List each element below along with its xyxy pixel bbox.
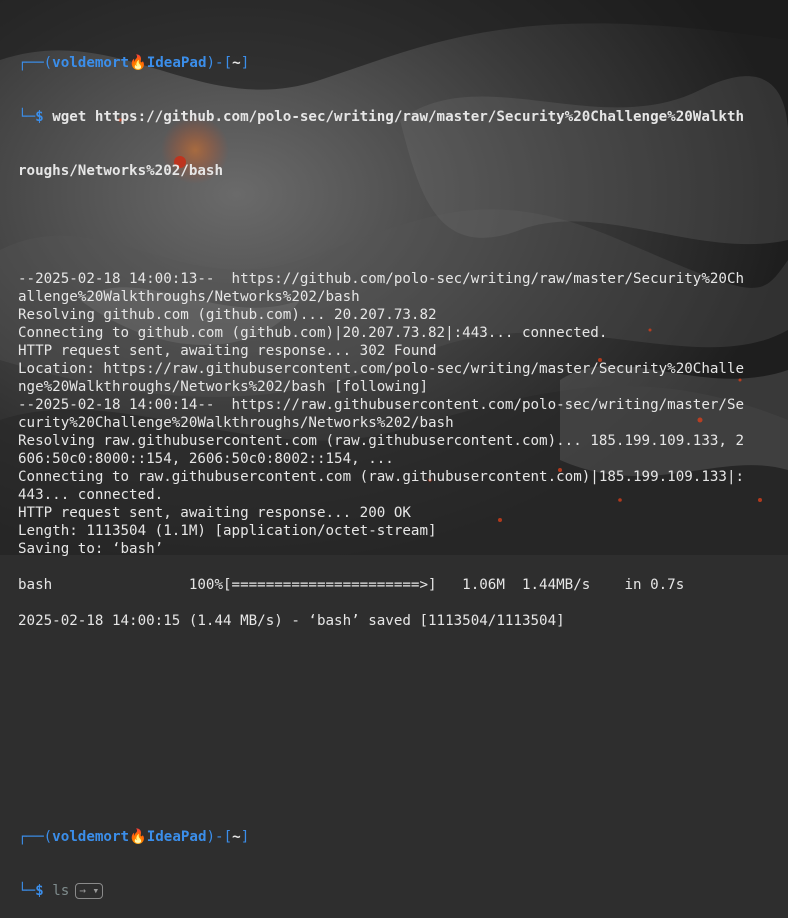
terminal-output[interactable]: ┌──(voldemort🔥IdeaPad)-[~] └─$ wget http… <box>18 18 788 918</box>
command-text: roughs/Networks%202/bash <box>18 163 223 179</box>
output-line: Length: 1113504 (1.1M) [application/octe… <box>18 523 437 539</box>
prompt-frame: ┌──( <box>18 55 53 71</box>
output-line: nge%20Walkthroughs/Networks%202/bash [fo… <box>18 379 428 395</box>
prompt-frame: ┌──( <box>18 829 53 845</box>
output-line: Resolving raw.githubusercontent.com (raw… <box>18 433 745 449</box>
prompt-frame: └─ <box>18 883 36 899</box>
prompt-frame: )-[ <box>206 55 233 71</box>
command-line-1-wrap: roughs/Networks%202/bash <box>18 162 788 180</box>
output-line: Connecting to github.com (github.com)|20… <box>18 325 608 341</box>
output-line: curity%20Challenge%20Walkthroughs/Networ… <box>18 415 454 431</box>
output-line: Saving to: ‘bash’ <box>18 541 164 557</box>
prompt-host: IdeaPad <box>146 829 207 845</box>
output-line: allenge%20Walkthroughs/Networks%202/bash <box>18 289 360 305</box>
fire-icon: 🔥 <box>129 829 147 845</box>
prompt-user: voldemort <box>52 829 130 845</box>
prompt-header-1: ┌──(voldemort🔥IdeaPad)-[~] <box>18 54 788 72</box>
output-line: --2025-02-18 14:00:13-- https://github.c… <box>18 271 745 287</box>
prompt-symbol: $ <box>35 109 44 125</box>
output-line: --2025-02-18 14:00:14-- https://raw.gith… <box>18 397 745 413</box>
prompt-host: IdeaPad <box>146 55 207 71</box>
command-text: wget https://github.com/polo-sec/writing… <box>52 109 745 125</box>
prompt-user: voldemort <box>52 55 130 71</box>
output-line: 443... connected. <box>18 487 164 503</box>
output-line: Location: https://raw.githubusercontent.… <box>18 361 745 377</box>
output-line: HTTP request sent, awaiting response... … <box>18 505 411 521</box>
output-line: Connecting to raw.githubusercontent.com … <box>18 469 745 485</box>
output-line: HTTP request sent, awaiting response... … <box>18 343 437 359</box>
output-line: Resolving github.com (github.com)... 20.… <box>18 307 437 323</box>
output-line: 2025-02-18 14:00:15 (1.44 MB/s) - ‘bash’… <box>18 613 565 629</box>
output-line: bash 100%[======================>] 1.06M… <box>18 577 685 593</box>
prompt-symbol: $ <box>35 883 44 899</box>
command-input[interactable]: ls <box>52 883 69 899</box>
prompt-frame: └─ <box>18 109 36 125</box>
prompt-cwd: ~ <box>232 55 241 71</box>
command-line-2[interactable]: └─$ ls → ▾ <box>18 882 788 900</box>
prompt-frame: ] <box>240 829 250 845</box>
autosuggest-chip[interactable]: → ▾ <box>75 883 104 899</box>
output-line: 606:50c0:8000::154, 2606:50c0:8002::154,… <box>18 451 394 467</box>
prompt-header-2: ┌──(voldemort🔥IdeaPad)-[~] <box>18 828 788 846</box>
prompt-frame: ] <box>240 55 250 71</box>
prompt-cwd: ~ <box>232 829 241 845</box>
prompt-frame: )-[ <box>206 829 233 845</box>
command-line-1: └─$ wget https://github.com/polo-sec/wri… <box>18 108 788 126</box>
fire-icon: 🔥 <box>129 55 147 71</box>
